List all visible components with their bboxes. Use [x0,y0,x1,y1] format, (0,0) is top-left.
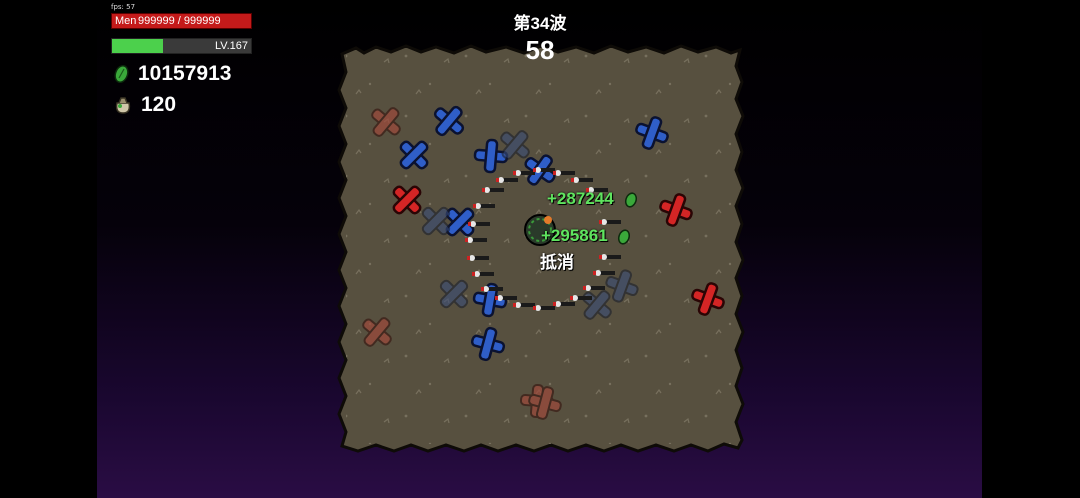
material-gain-popup: +295861 [541,226,608,245]
materials-counter: 10157913 [113,62,231,86]
fps-counter: fps: 57 [111,3,136,11]
weapon-icon [482,187,504,193]
experience-bar: LV.167 [111,38,252,54]
health-bar: Men 999999 / 999999 [111,13,252,29]
weapon-icon [496,177,518,183]
health-label: Men [115,15,137,27]
weapon-icon [553,301,575,307]
weapon-icon [513,302,535,308]
weapon-icon [599,254,621,260]
weapon-icon [472,271,494,277]
enemy-cross-icon [686,277,730,321]
enemy-cross-icon [654,188,698,232]
enemy-cross-icon [390,131,438,179]
materials-value: 10157913 [138,62,232,85]
weapon-icon [553,170,575,176]
material-gain-popup: +287244 [547,189,614,208]
material-icon [114,65,129,83]
wave-title: 第34波 [513,14,567,33]
experience-fill [112,39,164,53]
enemy-cross-icon [467,323,509,365]
health-value: 999999 / 999999 [138,15,221,27]
enemy-cross-icon [630,111,674,155]
wave-timer: 58 [525,35,555,65]
material-drop-icon [624,192,638,208]
level-label: LV.167 [214,40,248,52]
bag-value: 120 [141,93,177,116]
bag-counter: 120 [113,93,176,117]
weapon-icon [473,203,495,209]
weapon-icon [583,285,605,291]
weapon-icon [465,237,487,243]
enemy-cross-icon [430,270,478,318]
weapon-icon [533,305,555,311]
weapon-icon [571,177,593,183]
weapon-icon [468,221,490,227]
weapon-icon [599,219,621,225]
blocked-popup: 抵消 [540,253,574,272]
weapon-icon [593,270,615,276]
enemy-cross-icon [524,382,566,424]
weapon-icon [467,255,489,261]
enemy-cross-icon [362,98,410,146]
enemy-cross-icon [353,308,401,356]
bag-icon [115,97,131,114]
material-drop-icon [617,229,631,245]
enemy-cross-icon [425,97,473,145]
